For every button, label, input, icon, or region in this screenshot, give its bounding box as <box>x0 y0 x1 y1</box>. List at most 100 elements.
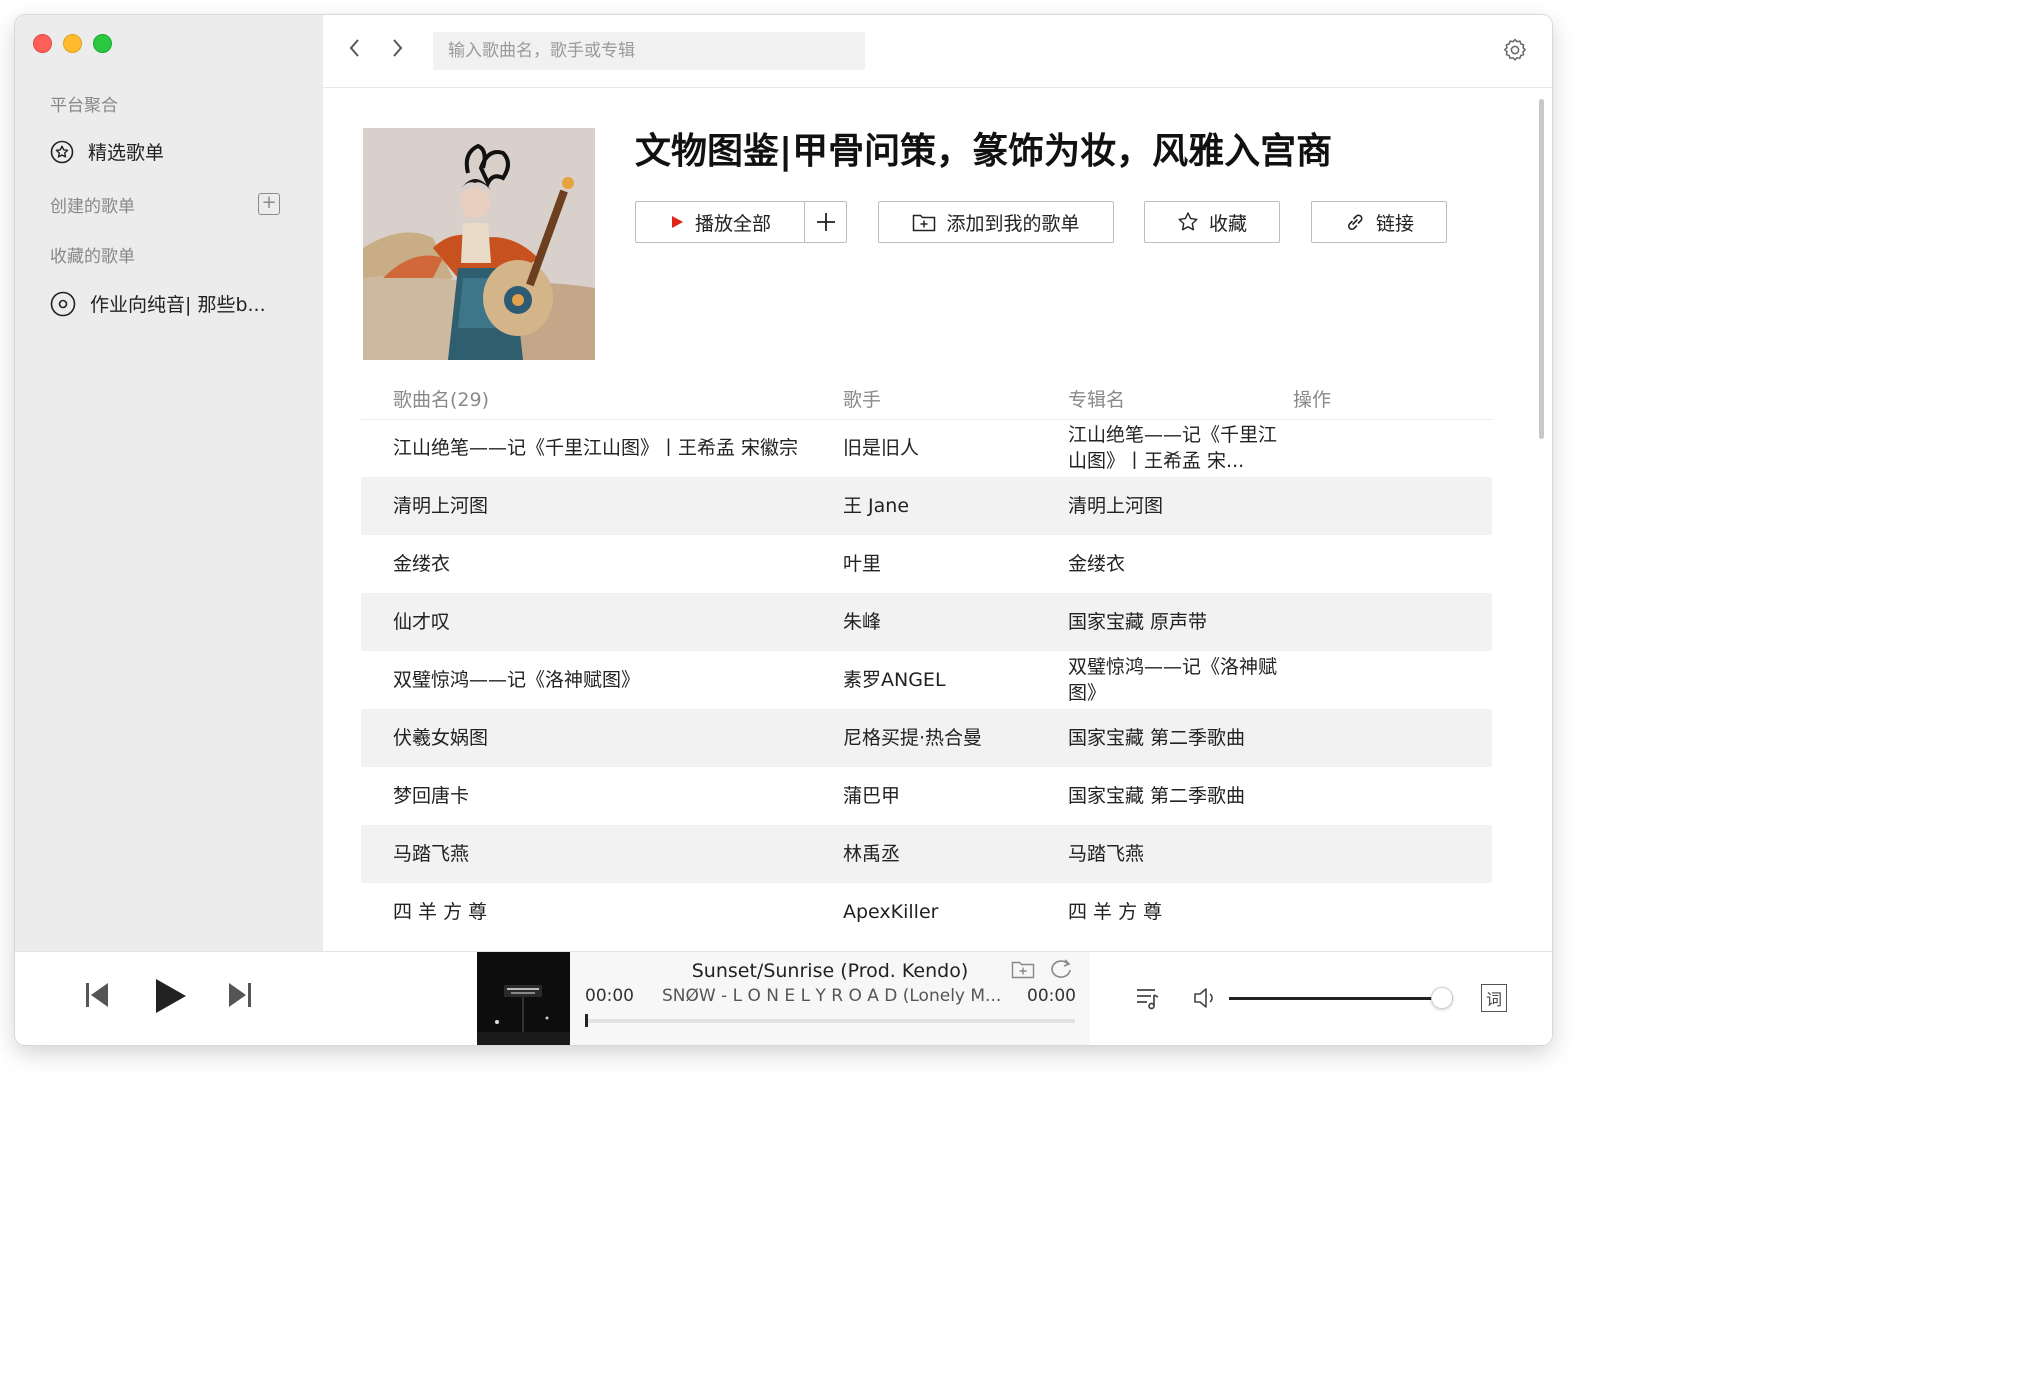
song-artist[interactable]: 旧是旧人 <box>843 419 1068 477</box>
link-icon <box>1348 214 1363 230</box>
song-album[interactable]: 双璧惊鸿——记《洛神赋图》 <box>1068 654 1283 706</box>
song-actions <box>1293 535 1492 593</box>
song-title: 江山绝笔——记《千里江山图》丨王希孟 宋徽宗 <box>393 437 799 460</box>
song-artist[interactable]: 叶里 <box>843 535 1068 593</box>
table-row[interactable]: 伏羲女娲图 尼格买提·热合曼 国家宝藏 第二季歌曲 <box>361 709 1492 767</box>
playlist-detail: 文物图鉴|甲骨问策，篆饰为妆，风雅入宫商 播放全部 添加到我的歌单 收藏 链接 <box>323 89 1552 951</box>
song-title: 马踏飞燕 <box>361 825 843 883</box>
folder-plus-icon <box>1011 961 1035 979</box>
close-window-button[interactable] <box>33 34 52 53</box>
play-all-label: 播放全部 <box>694 212 771 235</box>
plus-icon <box>816 213 835 231</box>
play-all-button[interactable]: 播放全部 <box>636 202 805 242</box>
next-track-button[interactable] <box>228 980 252 1014</box>
add-to-my-playlist-label: 添加到我的歌单 <box>946 212 1080 235</box>
song-artist[interactable]: 王 Jane <box>843 477 1068 535</box>
table-row[interactable]: 梦回唐卡 蒲巴甲 国家宝藏 第二季歌曲 <box>361 767 1492 825</box>
speaker-icon <box>1194 988 1213 1008</box>
song-album[interactable]: 国家宝藏 第二季歌曲 <box>1068 767 1293 825</box>
toolbar <box>323 15 1552 88</box>
volume-slider-knob[interactable] <box>1430 987 1453 1009</box>
add-all-to-queue-button[interactable] <box>805 202 846 242</box>
search-input[interactable] <box>433 32 865 70</box>
volume-button[interactable] <box>1192 985 1220 1015</box>
progress-handle[interactable] <box>585 1014 588 1027</box>
disc-icon <box>50 291 76 316</box>
column-header-title[interactable]: 歌曲名(29) <box>361 379 843 420</box>
forward-button[interactable] <box>389 37 405 64</box>
table-row[interactable]: 仙才叹 朱峰 国家宝藏 原声带 <box>361 593 1492 651</box>
table-row[interactable]: 江山绝笔——记《千里江山图》丨王希孟 宋徽宗 旧是旧人 江山绝笔——记《千里江山… <box>361 419 1492 477</box>
column-header-artist[interactable]: 歌手 <box>843 379 1068 420</box>
song-title: 双璧惊鸿——记《洛神赋图》 <box>393 669 641 691</box>
section-collected-label: 收藏的歌单 <box>50 247 135 267</box>
song-title: 仙才叹 <box>361 593 843 651</box>
copy-link-button[interactable]: 链接 <box>1311 201 1447 243</box>
skip-back-icon <box>86 983 108 1007</box>
add-to-my-playlist-button[interactable]: 添加到我的歌单 <box>878 201 1114 243</box>
chevron-right-icon <box>393 39 403 57</box>
song-artist[interactable]: 素罗ANGEL <box>843 651 1068 709</box>
song-title: 清明上河图 <box>361 477 843 535</box>
song-title: 金缕衣 <box>393 553 451 575</box>
column-header-album[interactable]: 专辑名 <box>1068 379 1293 420</box>
song-actions <box>1293 593 1492 651</box>
add-track-to-playlist-button[interactable] <box>1011 959 1035 983</box>
favorite-label: 收藏 <box>1208 212 1247 235</box>
song-artist[interactable]: 朱峰 <box>843 593 1068 651</box>
table-row[interactable]: 清明上河图 王 Jane 清明上河图 <box>361 477 1492 535</box>
song-actions <box>1293 651 1492 709</box>
window-controls <box>33 34 112 53</box>
song-album[interactable]: 江山绝笔——记《千里江山图》丨王希孟 宋... <box>1068 422 1283 474</box>
repeat-mode-button[interactable] <box>1048 958 1074 984</box>
song-album[interactable]: 马踏飞燕 <box>1068 825 1293 883</box>
gear-icon <box>1504 38 1526 61</box>
song-artist[interactable]: 尼格买提·热合曼 <box>843 709 1068 767</box>
lyrics-button[interactable]: 词 <box>1481 984 1507 1012</box>
song-artist[interactable]: 蒲巴甲 <box>843 767 1068 825</box>
sidebar-item-featured[interactable]: 精选歌单 <box>50 138 164 165</box>
settings-button[interactable] <box>1502 37 1528 67</box>
song-table: 歌曲名(29) 歌手 专辑名 操作 江山绝笔——记《千里江山图》丨王希孟 宋徽宗… <box>361 379 1492 941</box>
song-actions <box>1293 825 1492 883</box>
player-bar: Sunset/Sunrise (Prod. Kendo) 00:00 SNØW … <box>15 951 1552 1045</box>
table-row[interactable]: 双璧惊鸿——记《洛神赋图》 素罗ANGEL 双璧惊鸿——记《洛神赋图》 <box>361 651 1492 709</box>
song-album[interactable]: 国家宝藏 第二季歌曲 <box>1068 709 1293 767</box>
song-actions <box>1293 767 1492 825</box>
song-actions <box>1293 883 1492 941</box>
copy-link-label: 链接 <box>1375 212 1414 235</box>
favorite-button[interactable]: 收藏 <box>1144 201 1280 243</box>
table-row[interactable]: 马踏飞燕 林禹丞 马踏飞燕 <box>361 825 1492 883</box>
minimize-window-button[interactable] <box>63 34 82 53</box>
progress-bar[interactable] <box>585 1014 1075 1027</box>
play-triangle-icon <box>671 216 683 228</box>
track-title: Sunset/Sunrise (Prod. Kendo) <box>691 960 969 982</box>
table-row[interactable]: 金缕衣 叶里 金缕衣 <box>361 535 1492 593</box>
song-title: 梦回唐卡 <box>393 785 470 807</box>
queue-button[interactable] <box>1135 985 1161 1015</box>
previous-track-button[interactable] <box>85 980 109 1014</box>
main-scrollbar[interactable] <box>1539 99 1544 439</box>
song-artist[interactable]: ApexKiller <box>843 883 1068 941</box>
track-artist[interactable]: SNØW - L O N E L Y R O A D (Lonely M... <box>662 986 1002 1006</box>
create-playlist-button[interactable]: + <box>258 193 280 215</box>
section-created-label: 创建的歌单 <box>50 197 135 217</box>
playlist-cover <box>363 128 595 360</box>
song-album[interactable]: 国家宝藏 原声带 <box>1068 593 1293 651</box>
song-album[interactable]: 金缕衣 <box>1068 535 1293 593</box>
back-button[interactable] <box>347 37 363 64</box>
star-circle-icon <box>50 140 74 163</box>
sidebar-item-collected-playlist[interactable]: 作业向纯音| 那些b... <box>50 290 266 317</box>
folder-plus-icon <box>913 214 936 232</box>
play-button[interactable] <box>154 977 188 1019</box>
song-actions <box>1293 477 1492 535</box>
table-row[interactable]: 四 羊 方 尊 ApexKiller 四 羊 方 尊 <box>361 883 1492 941</box>
time-total: 00:00 <box>1027 986 1076 1006</box>
song-album[interactable]: 清明上河图 <box>1068 477 1293 535</box>
song-album[interactable]: 四 羊 方 尊 <box>1068 883 1293 941</box>
volume-slider-track[interactable] <box>1229 997 1453 1000</box>
skip-forward-icon <box>229 983 251 1007</box>
zoom-window-button[interactable] <box>93 34 112 53</box>
song-artist[interactable]: 林禹丞 <box>843 825 1068 883</box>
now-playing-panel: Sunset/Sunrise (Prod. Kendo) 00:00 SNØW … <box>477 952 1090 1045</box>
